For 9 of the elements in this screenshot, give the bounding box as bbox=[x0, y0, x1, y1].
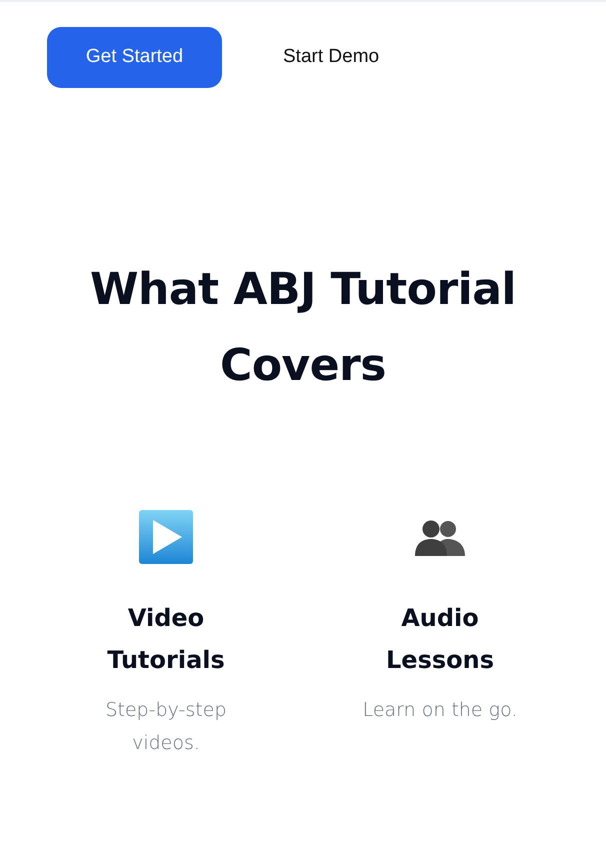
feature-title: Audio Lessons bbox=[385, 603, 495, 676]
feature-title: Video Tutorials bbox=[106, 603, 226, 676]
feature-description: Learn on the go. bbox=[362, 698, 518, 723]
demo-link[interactable]: Start Demo bbox=[283, 39, 380, 76]
feature-description: Step-by-step videos. bbox=[104, 698, 228, 756]
section-heading: What ABJ Tutorial Covers bbox=[89, 263, 517, 393]
get-started-button[interactable]: Get Started bbox=[47, 27, 222, 88]
people-icon bbox=[413, 518, 467, 556]
play-icon bbox=[139, 510, 193, 564]
